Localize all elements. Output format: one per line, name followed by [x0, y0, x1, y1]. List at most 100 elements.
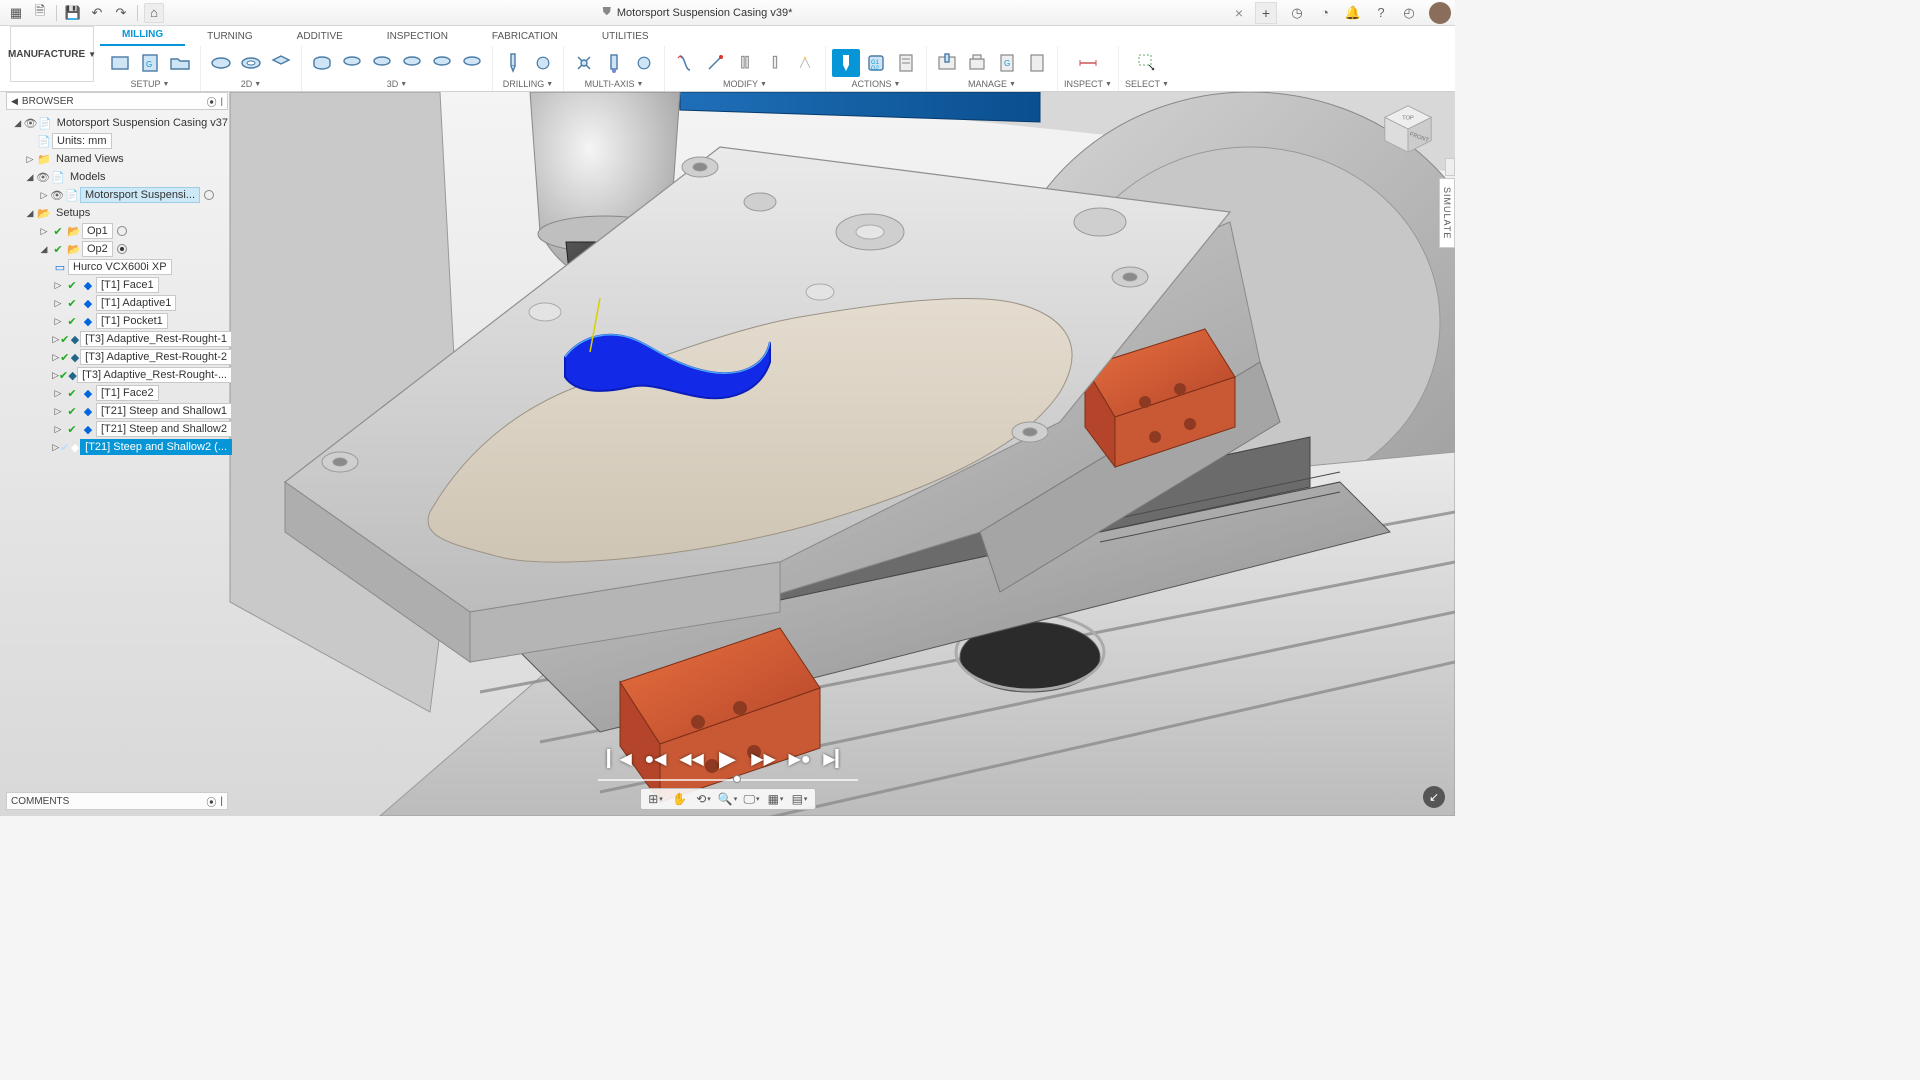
template-library-icon[interactable]: G	[993, 49, 1021, 77]
tool-library-icon[interactable]	[933, 49, 961, 77]
apps-grid-icon[interactable]: ▦	[6, 3, 26, 23]
measure-icon[interactable]	[1074, 49, 1102, 77]
skip-end-icon[interactable]: ▶▎	[825, 748, 847, 770]
modify2-icon[interactable]	[701, 49, 729, 77]
simulate-panel-tab[interactable]: SIMULATE	[1439, 178, 1455, 248]
tree-model-item[interactable]: ▷👁📄 Motorsport Suspensi...	[10, 186, 232, 204]
modify4-icon[interactable]	[761, 49, 789, 77]
2d-adaptive-icon[interactable]	[237, 49, 265, 77]
tree-op-row-selected[interactable]: ▷✔◆[T21] Steep and Shallow2 (...	[10, 438, 232, 456]
3d-op5-icon[interactable]	[428, 49, 456, 77]
grid-settings-icon[interactable]: ▦▾	[765, 790, 787, 808]
folder-icon[interactable]	[166, 49, 194, 77]
clock-icon[interactable]: ◴	[1399, 3, 1419, 23]
tree-named-views[interactable]: ▷📁 Named Views	[10, 150, 232, 168]
modify3-icon[interactable]	[731, 49, 759, 77]
2d-face-icon[interactable]	[207, 49, 235, 77]
3d-op3-icon[interactable]	[368, 49, 396, 77]
select-icon[interactable]	[1133, 49, 1161, 77]
tree-op-row[interactable]: ▷✔◆[T3] Adaptive_Rest-Rought-...	[10, 366, 232, 384]
feedback-button[interactable]: ↙	[1423, 786, 1445, 808]
view-cube[interactable]: TOP FRONT	[1379, 100, 1437, 158]
orbit-icon[interactable]: ⟲▾	[693, 790, 715, 808]
tree-op1[interactable]: ▷✔📂 Op1	[10, 222, 232, 240]
undo-icon[interactable]: ↶	[87, 3, 107, 23]
look-at-icon[interactable]: 🔍▾	[717, 790, 739, 808]
forward-icon[interactable]: ▶▶	[753, 748, 775, 770]
new-tab-button[interactable]: +	[1255, 2, 1277, 24]
tree-op2[interactable]: ◢✔📂 Op2	[10, 240, 232, 258]
tree-units[interactable]: 📄 Units: mm	[10, 132, 232, 150]
drill-icon[interactable]	[499, 49, 527, 77]
tree-models[interactable]: ◢👁📄 Models	[10, 168, 232, 186]
tree-op-row[interactable]: ▷✔◆[T1] Pocket1	[10, 312, 232, 330]
orbit-type-icon[interactable]: ⊞▾	[645, 790, 667, 808]
display-settings-icon[interactable]: 🖵▾	[741, 790, 763, 808]
multiaxis1-icon[interactable]	[570, 49, 598, 77]
redo-icon[interactable]: ↷	[111, 3, 131, 23]
tree-op-row[interactable]: ▷✔◆[T1] Adaptive1	[10, 294, 232, 312]
setup-sheet-icon[interactable]	[892, 49, 920, 77]
multiaxis2-icon[interactable]	[600, 49, 628, 77]
tree-op-row[interactable]: ▷✔◆[T1] Face2	[10, 384, 232, 402]
tab-fabrication[interactable]: FABRICATION	[470, 27, 580, 46]
machine-library-icon[interactable]	[963, 49, 991, 77]
home-icon[interactable]: ⌂	[144, 3, 164, 23]
user-avatar[interactable]	[1429, 2, 1451, 24]
op1-radio[interactable]	[117, 226, 127, 236]
tab-turning[interactable]: TURNING	[185, 27, 275, 46]
rewind-icon[interactable]: ◀◀	[681, 748, 703, 770]
extensions-icon[interactable]: ◷	[1287, 3, 1307, 23]
3d-op6-icon[interactable]	[458, 49, 486, 77]
tree-machine[interactable]: ▭ Hurco VCX600i XP	[10, 258, 232, 276]
tree-op-row[interactable]: ▷✔◆[T3] Adaptive_Rest-Rought-1	[10, 330, 232, 348]
tab-utilities[interactable]: UTILITIES	[580, 27, 671, 46]
group-drilling: DRILLING▼	[493, 46, 564, 91]
multiaxis3-icon[interactable]	[630, 49, 658, 77]
workspace-switcher[interactable]: MANUFACTURE▼	[10, 26, 94, 82]
notification-bell-icon[interactable]: 🔔	[1343, 3, 1363, 23]
setup-icon[interactable]	[106, 49, 134, 77]
prev-op-icon[interactable]: ●◀	[645, 748, 667, 770]
simulate-panel-handle[interactable]	[1445, 158, 1455, 176]
skip-start-icon[interactable]: ▎◀	[609, 748, 631, 770]
tree-op-row[interactable]: ▷✔◆[T3] Adaptive_Rest-Rought-2	[10, 348, 232, 366]
tab-additive[interactable]: ADDITIVE	[275, 27, 365, 46]
modify5-icon[interactable]	[791, 49, 819, 77]
task-manager-icon[interactable]	[1023, 49, 1051, 77]
tree-op-row[interactable]: ▷✔◆[T21] Steep and Shallow2	[10, 420, 232, 438]
activate-radio[interactable]	[204, 190, 214, 200]
job-status-icon[interactable]: ◔	[1315, 3, 1335, 23]
tree-op-row[interactable]: ▷✔◆[T1] Face1	[10, 276, 232, 294]
post-process-icon[interactable]: G1G2	[862, 49, 890, 77]
2d-pocket-icon[interactable]	[267, 49, 295, 77]
pan-icon[interactable]: ✋	[669, 790, 691, 808]
browser-panel-header[interactable]: ◀ BROWSER ⦿ |	[6, 92, 228, 110]
tab-inspection[interactable]: INSPECTION	[365, 27, 470, 46]
play-icon[interactable]: ▶	[717, 748, 739, 770]
3d-adaptive-icon[interactable]	[308, 49, 336, 77]
new-file-icon[interactable]: 🗎	[30, 3, 50, 23]
3d-op2-icon[interactable]	[338, 49, 366, 77]
playback-timeline[interactable]	[598, 778, 858, 782]
hole-recognition-icon[interactable]	[529, 49, 557, 77]
simulate-icon[interactable]	[832, 49, 860, 77]
3d-op4-icon[interactable]	[398, 49, 426, 77]
save-icon[interactable]: 💾	[63, 3, 83, 23]
tree-root[interactable]: ◢👁📄 Motorsport Suspension Casing v37	[10, 114, 232, 132]
nc-program-icon[interactable]: G	[136, 49, 164, 77]
pin-icon[interactable]: ⦿	[206, 794, 216, 809]
tree-setups[interactable]: ◢📂 Setups	[10, 204, 232, 222]
close-tab-icon[interactable]: ×	[1229, 5, 1249, 21]
timeline-knob[interactable]	[733, 775, 741, 783]
pin-icon[interactable]: ⦿	[207, 94, 217, 109]
tab-milling[interactable]: MILLING	[100, 25, 185, 46]
help-icon[interactable]: ?	[1371, 3, 1391, 23]
next-op-icon[interactable]: ▶●	[789, 748, 811, 770]
collapse-left-icon[interactable]: ◀	[11, 96, 18, 107]
tree-op-row[interactable]: ▷✔◆[T21] Steep and Shallow1	[10, 402, 232, 420]
op2-radio[interactable]	[117, 244, 127, 254]
viewport-layout-icon[interactable]: ▤▾	[789, 790, 811, 808]
comments-panel-header[interactable]: COMMENTS ⦿ |	[6, 792, 228, 810]
modify1-icon[interactable]	[671, 49, 699, 77]
